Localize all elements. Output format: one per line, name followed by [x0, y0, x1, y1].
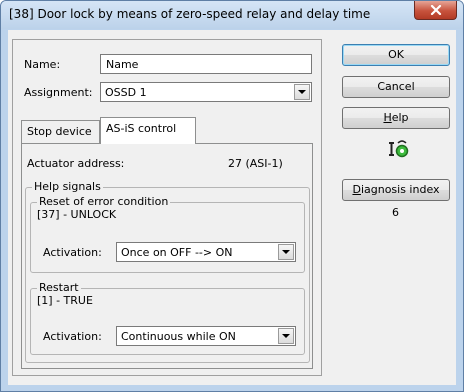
help-signals-group: Help signals Reset of error condition [3…	[25, 180, 310, 363]
restart-activation-select[interactable]: Continuous while ON	[116, 326, 296, 346]
assignment-label: Assignment:	[24, 86, 93, 99]
reset-activation-dropdown-button[interactable]	[278, 244, 294, 260]
reset-activation-label: Activation:	[43, 246, 102, 259]
restart-activation-value: Continuous while ON	[121, 330, 236, 343]
tab-panel-as-control: Actuator address: 27 (ASI-1) Help signal…	[21, 143, 313, 369]
reset-error-group: Reset of error condition [37] - UNLOCK A…	[30, 195, 305, 273]
ok-button[interactable]: OK	[342, 44, 450, 66]
reset-activation-select[interactable]: Once on OFF --> ON	[116, 242, 296, 262]
assignment-dropdown-button[interactable]	[294, 84, 310, 100]
diagnosis-index-button[interactable]: Diagnosis index	[342, 179, 450, 201]
actuator-status-icon	[387, 138, 409, 160]
help-button[interactable]: Help	[342, 107, 450, 129]
restart-activation-label: Activation:	[43, 330, 102, 343]
dialog-window: [38] Door lock by means of zero-speed re…	[0, 0, 464, 392]
chevron-down-icon	[282, 250, 290, 254]
title-bar[interactable]: [38] Door lock by means of zero-speed re…	[1, 1, 463, 29]
reset-activation-value: Once on OFF --> ON	[121, 246, 233, 259]
reset-signal-text: [37] - UNLOCK	[37, 208, 117, 221]
chevron-down-icon	[298, 90, 306, 94]
diagnosis-index-value: 6	[392, 206, 399, 219]
close-button[interactable]	[414, 1, 457, 20]
reset-error-title: Reset of error condition	[37, 195, 171, 208]
name-label: Name:	[24, 58, 61, 71]
assignment-select[interactable]: OSSD 1	[100, 82, 312, 102]
restart-title: Restart	[37, 281, 81, 294]
actuator-address-value: 27 (ASI-1)	[228, 157, 283, 170]
restart-group: Restart [1] - TRUE Activation: Continuou…	[30, 281, 305, 355]
help-label: elp	[391, 111, 409, 124]
help-signals-title: Help signals	[32, 180, 103, 193]
tab-stop-device[interactable]: Stop device	[21, 120, 100, 143]
close-icon	[430, 4, 441, 16]
help-accelerator: H	[383, 111, 392, 124]
actuator-address-label: Actuator address:	[27, 157, 125, 170]
restart-signal-text: [1] - TRUE	[37, 294, 93, 307]
assignment-value: OSSD 1	[105, 86, 147, 99]
window-title: [38] Door lock by means of zero-speed re…	[9, 7, 371, 21]
tab-as-control[interactable]: AS-iS control	[100, 117, 196, 144]
diagnosis-accelerator: D	[352, 183, 361, 196]
diagnosis-label: iagnosis index	[360, 183, 440, 196]
chevron-down-icon	[282, 334, 290, 338]
name-input[interactable]: Name	[100, 54, 312, 74]
cancel-button[interactable]: Cancel	[342, 76, 450, 98]
dialog-client-area: Name: Name Assignment: OSSD 1 Stop devic…	[8, 30, 456, 385]
restart-activation-dropdown-button[interactable]	[278, 328, 294, 344]
